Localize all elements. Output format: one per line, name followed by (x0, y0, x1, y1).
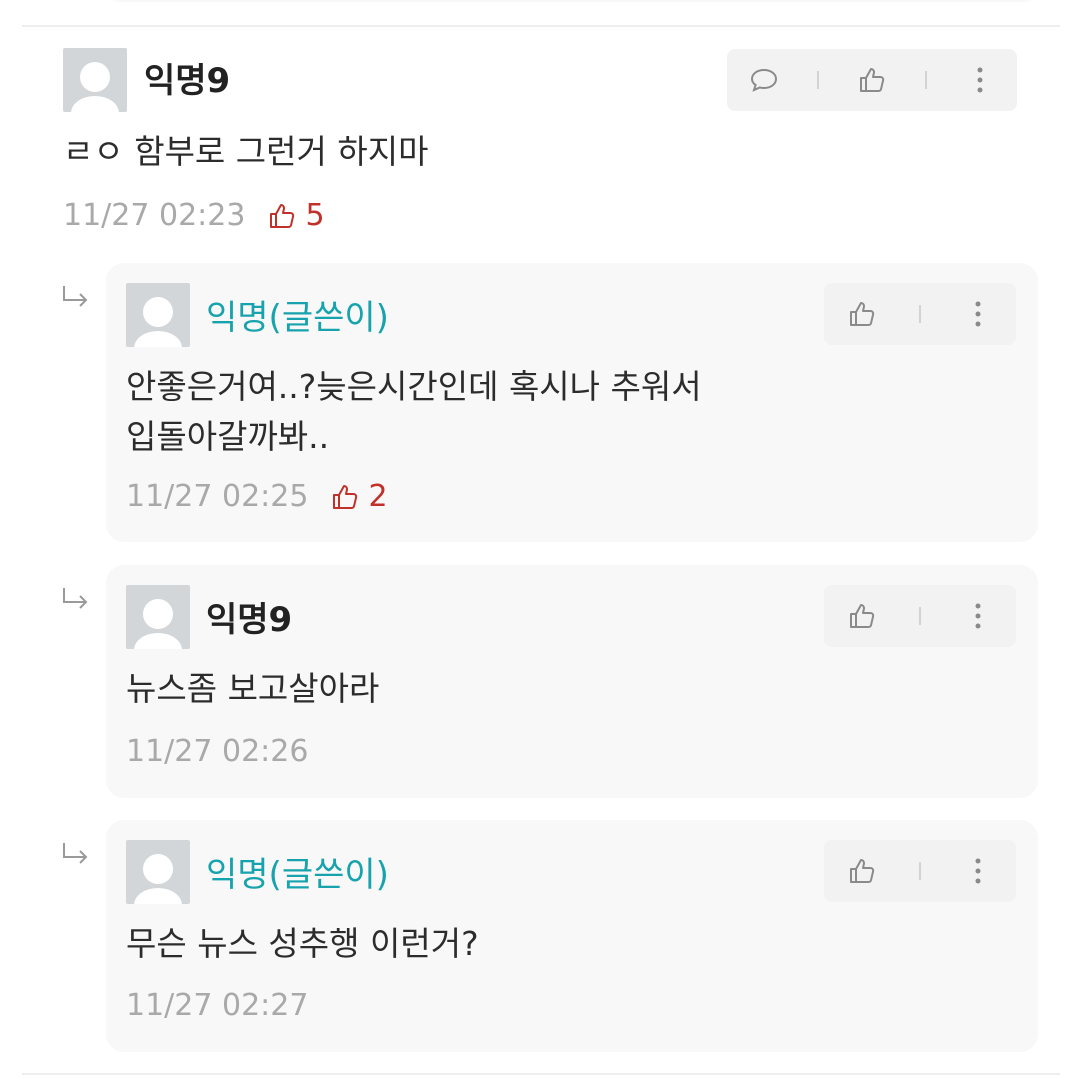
thumbs-up-icon (859, 68, 885, 92)
reply-text-line: 뉴스좀 보고살아라 (126, 669, 380, 708)
thumbs-up-icon (850, 604, 875, 628)
divider-top (22, 25, 1060, 27)
reply-meta: 11/27 02:25 2 (126, 477, 388, 517)
reply-card: 익명(글쓴이) 무슨 뉴스 성추행 이런거? 11/27 02:27 (106, 820, 1038, 1052)
avatar (126, 840, 190, 904)
vertical-dots-icon (975, 603, 981, 629)
avatar (63, 48, 127, 112)
more-button[interactable] (958, 851, 998, 891)
reply-actions (824, 585, 1016, 647)
like-button[interactable] (842, 294, 882, 334)
more-button[interactable] (958, 596, 998, 636)
reply-time: 11/27 02:25 (126, 479, 309, 514)
thumbs-up-icon (270, 204, 295, 228)
more-button[interactable] (958, 294, 998, 334)
comment-text: ㄹㅇ 함부로 그런거 하지마 (63, 132, 429, 171)
like-count: 2 (330, 477, 388, 517)
more-button[interactable] (960, 60, 1000, 100)
action-separator (918, 862, 921, 880)
reply-card: 익명(글쓴이) 안좋은거여..?늦은시간인데 혹시나 추워서 입돌아갈까봐.. … (106, 263, 1038, 542)
like-button[interactable] (842, 851, 882, 891)
reply-nickname: 익명(글쓴이) (206, 298, 389, 338)
vertical-dots-icon (975, 301, 981, 327)
action-separator (918, 607, 921, 625)
comment-meta: 11/27 02:23 5 (63, 196, 325, 236)
reply-meta: 11/27 02:27 (126, 986, 308, 1026)
reply-text-line: 안좋은거여..?늦은시간인데 혹시나 추워서 (126, 367, 702, 406)
like-button[interactable] (842, 596, 882, 636)
reply-arrow-icon (63, 588, 88, 609)
action-separator (918, 305, 921, 323)
reply-text-line: 무슨 뉴스 성추행 이런거? (126, 924, 479, 963)
thumbs-up-icon (850, 859, 875, 883)
reply-nickname: 익명9 (206, 600, 293, 640)
reply-button[interactable] (744, 60, 784, 100)
comment-nickname: 익명9 (144, 61, 231, 101)
divider-bottom (22, 1073, 1060, 1075)
vertical-dots-icon (977, 67, 983, 93)
reply-actions (824, 840, 1016, 902)
like-count-value: 5 (305, 198, 325, 233)
reply-arrow-icon (63, 286, 88, 307)
reply-nickname: 익명(글쓴이) (206, 855, 389, 895)
comment-actions (727, 49, 1017, 111)
like-count: 5 (267, 196, 325, 236)
like-button[interactable] (852, 60, 892, 100)
reply-meta: 11/27 02:26 (126, 732, 308, 772)
avatar (126, 585, 190, 649)
action-separator (925, 71, 928, 89)
thumbs-up-icon (333, 485, 358, 509)
reply-text-line: 입돌아갈까봐.. (126, 417, 330, 456)
reply-arrow-icon (63, 843, 88, 864)
reply-card: 익명9 뉴스좀 보고살아라 11/27 02:26 (106, 565, 1038, 798)
comment-time: 11/27 02:23 (63, 198, 246, 233)
action-separator (816, 71, 819, 89)
previous-reply-card (106, 0, 1038, 2)
speech-bubble-icon (750, 68, 777, 92)
reply-time: 11/27 02:27 (126, 988, 309, 1023)
like-count-value: 2 (368, 479, 388, 514)
reply-actions (824, 283, 1016, 345)
vertical-dots-icon (975, 858, 981, 884)
thumbs-up-icon (850, 302, 875, 326)
reply-time: 11/27 02:26 (126, 734, 309, 769)
avatar (126, 283, 190, 347)
